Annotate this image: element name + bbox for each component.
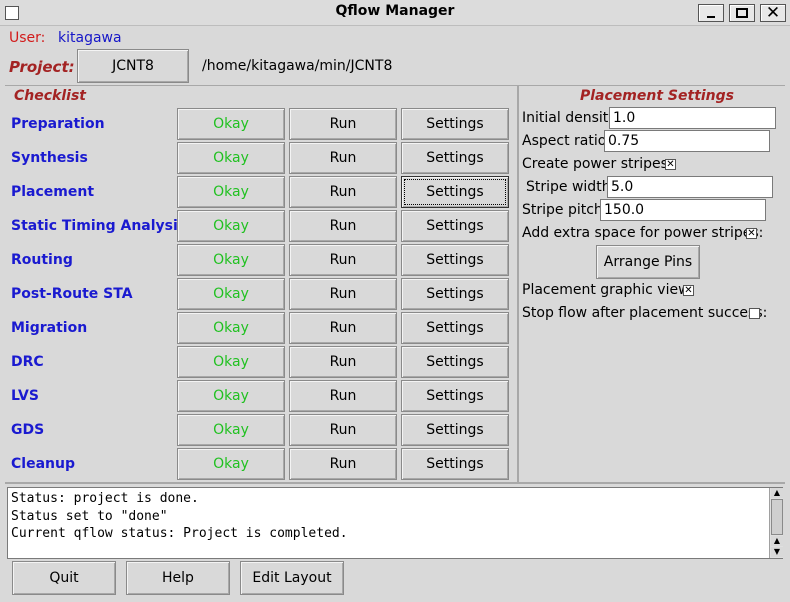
settings-button[interactable]: Settings — [401, 142, 509, 174]
window-title: Qflow Manager — [335, 3, 455, 19]
status-scrollbar[interactable]: ▲ ▲ ▼ — [769, 488, 783, 558]
initial-density-field[interactable]: 1.0 — [609, 107, 776, 129]
extra-space-checkbox[interactable]: ✕ — [746, 228, 757, 239]
run-button[interactable]: Run — [289, 108, 397, 140]
status-line: Status set to "done" — [11, 508, 168, 524]
run-button[interactable]: Run — [289, 312, 397, 344]
step-label: Preparation — [11, 116, 105, 132]
run-button[interactable]: Run — [289, 244, 397, 276]
power-stripes-label: Create power stripes: — [522, 156, 673, 172]
status-okay-button[interactable]: Okay — [177, 244, 285, 276]
user-name: kitagawa — [58, 30, 122, 46]
run-button[interactable]: Run — [289, 278, 397, 310]
status-line: Current qflow status: Project is complet… — [11, 526, 348, 541]
project-path: /home/kitagawa/min/JCNT8 — [202, 58, 393, 74]
status-okay-button[interactable]: Okay — [177, 278, 285, 310]
minimize-button[interactable] — [698, 4, 724, 22]
stop-flow-checkbox[interactable] — [749, 308, 760, 319]
settings-button[interactable]: Settings — [401, 380, 509, 412]
aspect-ratio-label: Aspect ratio: — [522, 133, 612, 149]
settings-button[interactable]: Settings — [401, 414, 509, 446]
settings-button[interactable]: Settings — [401, 108, 509, 140]
step-label: GDS — [11, 422, 45, 438]
run-button[interactable]: Run — [289, 380, 397, 412]
stripe-pitch-label: Stripe pitch: — [522, 202, 608, 218]
graphic-view-label: Placement graphic view: — [522, 282, 694, 298]
status-okay-button[interactable]: Okay — [177, 380, 285, 412]
user-label: User: — [9, 30, 46, 46]
maximize-button[interactable] — [729, 4, 755, 22]
step-label: Cleanup — [11, 456, 75, 472]
step-label: Synthesis — [11, 150, 88, 166]
status-okay-button[interactable]: Okay — [177, 210, 285, 242]
divider — [5, 482, 785, 484]
run-button[interactable]: Run — [289, 142, 397, 174]
settings-button[interactable]: Settings — [401, 346, 509, 378]
divider — [5, 85, 785, 86]
step-label: LVS — [11, 388, 39, 404]
status-log[interactable]: Status: project is done. Status set to "… — [7, 487, 783, 559]
status-okay-button[interactable]: Okay — [177, 414, 285, 446]
run-button[interactable]: Run — [289, 346, 397, 378]
settings-button[interactable]: Settings — [401, 448, 509, 480]
step-label: DRC — [11, 354, 44, 370]
graphic-view-checkbox[interactable]: ✕ — [683, 285, 694, 296]
title-bar: Qflow Manager ✕ — [0, 0, 790, 26]
scrollbar-thumb[interactable] — [771, 499, 783, 535]
status-okay-button[interactable]: Okay — [177, 346, 285, 378]
project-label: Project: — [9, 58, 75, 76]
step-label: Post-Route STA — [11, 286, 133, 302]
stripe-width-label: Stripe width: — [526, 179, 616, 195]
status-okay-button[interactable]: Okay — [177, 108, 285, 140]
close-icon: ✕ — [765, 3, 781, 23]
arrange-pins-button[interactable]: Arrange Pins — [596, 245, 700, 279]
status-okay-button[interactable]: Okay — [177, 312, 285, 344]
step-label: Placement — [11, 184, 95, 200]
run-button[interactable]: Run — [289, 448, 397, 480]
scroll-down-arrow-icon[interactable]: ▲ — [771, 536, 783, 546]
quit-button[interactable]: Quit — [12, 561, 116, 595]
status-okay-button[interactable]: Okay — [177, 176, 285, 208]
edit-layout-button[interactable]: Edit Layout — [240, 561, 344, 595]
project-button[interactable]: JCNT8 — [77, 49, 189, 83]
run-button[interactable]: Run — [289, 176, 397, 208]
stop-flow-label: Stop flow after placement success: — [522, 305, 768, 321]
step-label: Static Timing Analysis — [11, 218, 187, 234]
help-button[interactable]: Help — [126, 561, 230, 595]
status-okay-button[interactable]: Okay — [177, 448, 285, 480]
settings-button[interactable]: Settings — [401, 176, 509, 208]
scroll-up-arrow-icon[interactable]: ▲ — [771, 488, 783, 498]
stripe-pitch-field[interactable]: 150.0 — [600, 199, 766, 221]
status-line: Status: project is done. — [11, 491, 199, 506]
checklist-heading: Checklist — [14, 88, 86, 104]
aspect-ratio-field[interactable]: 0.75 — [604, 130, 770, 152]
status-okay-button[interactable]: Okay — [177, 142, 285, 174]
settings-button[interactable]: Settings — [401, 312, 509, 344]
power-stripes-checkbox[interactable]: ✕ — [665, 159, 676, 170]
close-button[interactable]: ✕ — [760, 3, 786, 23]
placement-settings-heading: Placement Settings — [580, 88, 734, 104]
settings-button[interactable]: Settings — [401, 210, 509, 242]
settings-button[interactable]: Settings — [401, 244, 509, 276]
stripe-width-field[interactable]: 5.0 — [607, 176, 773, 198]
scroll-down-arrow-icon[interactable]: ▼ — [771, 547, 783, 557]
panel-divider — [517, 86, 519, 482]
step-label: Routing — [11, 252, 73, 268]
step-label: Migration — [11, 320, 88, 336]
extra-space-label: Add extra space for power stripes: — [522, 225, 764, 241]
settings-button[interactable]: Settings — [401, 278, 509, 310]
initial-density-label: Initial density: — [522, 110, 621, 126]
run-button[interactable]: Run — [289, 414, 397, 446]
run-button[interactable]: Run — [289, 210, 397, 242]
